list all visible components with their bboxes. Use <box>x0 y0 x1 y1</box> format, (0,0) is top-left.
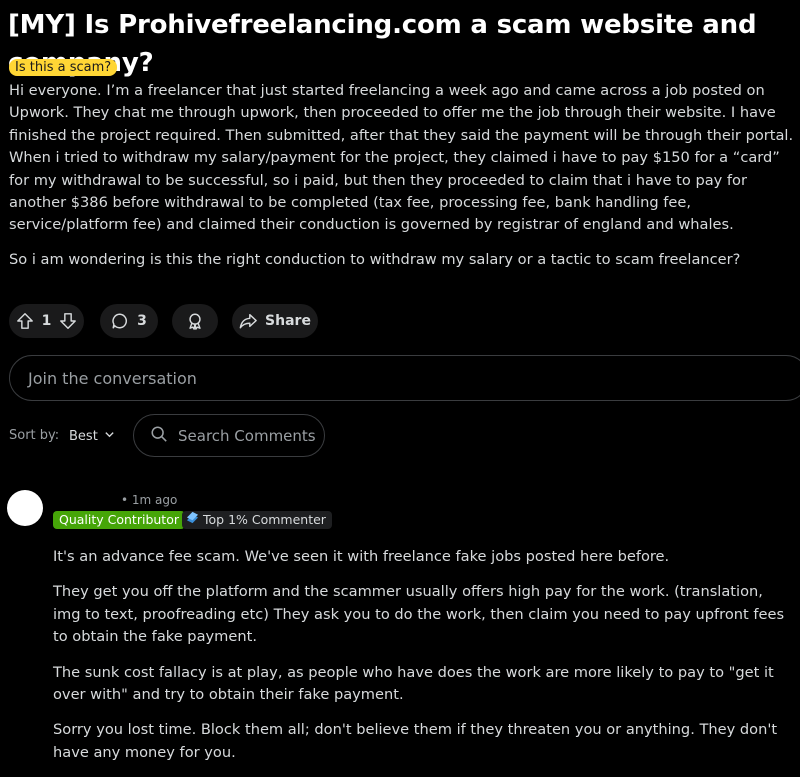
vote-bar: 1 <box>9 304 84 338</box>
sort-dropdown[interactable]: Best <box>69 426 115 446</box>
post-flair[interactable]: Is this a scam? <box>9 59 118 76</box>
search-comments-input[interactable]: Search Comments <box>133 414 325 457</box>
join-placeholder: Join the conversation <box>28 368 197 388</box>
post-paragraph: Hi everyone. I’m a freelancer that just … <box>9 82 794 234</box>
vote-count: 1 <box>41 313 52 329</box>
search-icon <box>150 425 168 447</box>
avatar[interactable] <box>7 490 43 526</box>
chevron-down-icon <box>104 429 115 444</box>
comment-paragraph: Sorry you lost time. Block them all; don… <box>53 721 778 761</box>
share-icon <box>239 312 257 330</box>
quality-contributor-badge: Quality Contributor <box>53 511 185 529</box>
post-title: [MY] Is Prohivefreelancing.com a scam we… <box>8 10 757 78</box>
downvote-icon[interactable] <box>59 312 77 330</box>
comment-count: 3 <box>137 313 147 329</box>
comment-paragraph: They get you off the platform and the sc… <box>53 583 785 646</box>
post-body: Hi everyone. I’m a freelancer that just … <box>9 80 797 283</box>
sort-value: Best <box>69 428 98 444</box>
comments-button[interactable]: 3 <box>100 304 158 338</box>
share-button[interactable]: Share <box>232 304 318 338</box>
search-placeholder: Search Comments <box>178 426 316 445</box>
award-button[interactable] <box>172 304 218 338</box>
upvote-icon[interactable] <box>16 312 34 330</box>
comment-time: • 1m ago <box>121 493 178 507</box>
comment-body: It's an advance fee scam. We've seen it … <box>53 546 793 777</box>
post-paragraph: So i am wondering is this the right cond… <box>9 250 741 268</box>
comment-paragraph: It's an advance fee scam. We've seen it … <box>53 548 670 565</box>
top-commenter-icon <box>186 511 199 529</box>
share-label: Share <box>265 313 311 329</box>
top-commenter-badge: Top 1% Commenter <box>182 511 332 529</box>
comment-paragraph: The sunk cost fallacy is at play, as peo… <box>53 663 774 704</box>
join-conversation-input[interactable]: Join the conversation <box>9 355 800 401</box>
comment-icon <box>111 312 129 330</box>
sort-label: Sort by: <box>9 428 60 443</box>
top-commenter-label: Top 1% Commenter <box>203 512 326 527</box>
award-icon <box>186 312 204 330</box>
